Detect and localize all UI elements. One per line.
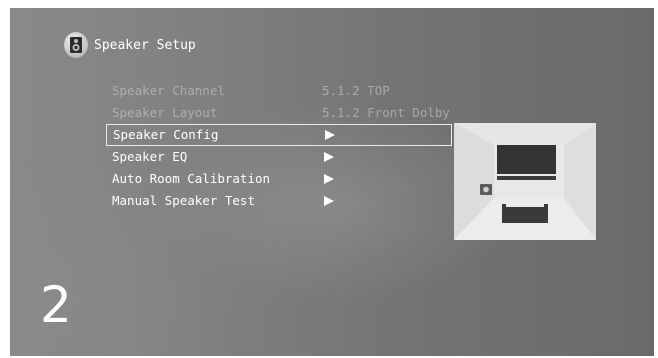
tv-icon	[497, 145, 556, 174]
speaker-icon	[64, 32, 88, 58]
frame-border-right	[654, 0, 658, 358]
menu-item-label: Speaker EQ	[112, 149, 188, 164]
right-arrow-icon	[324, 196, 334, 206]
frame-border-left	[0, 0, 10, 358]
room-layout-illustration-icon	[454, 123, 596, 240]
right-arrow-icon	[325, 130, 335, 140]
speaker-setup-menu: Speaker Channel 5.1.2 TOP Speaker Layout…	[106, 80, 452, 212]
menu-header: Speaker Setup	[64, 30, 196, 60]
menu-item-value: 5.1.2 TOP	[322, 83, 390, 98]
page-title: Speaker Setup	[94, 37, 196, 53]
tv-screen: Speaker Setup Speaker Channel 5.1.2 TOP …	[0, 0, 658, 358]
soundbar-icon	[497, 176, 556, 180]
menu-item-speaker-channel[interactable]: Speaker Channel 5.1.2 TOP	[106, 80, 452, 102]
frame-border-top	[0, 0, 658, 8]
menu-item-value: 5.1.2 Front Dolby	[322, 105, 450, 120]
menu-item-label: Manual Speaker Test	[112, 193, 255, 208]
step-number: 2	[40, 276, 72, 334]
menu-item-label: Speaker Layout	[112, 105, 218, 120]
menu-item-speaker-eq[interactable]: Speaker EQ	[106, 146, 452, 168]
room-layout-preview	[454, 123, 596, 240]
menu-item-speaker-config[interactable]: Speaker Config	[106, 124, 452, 146]
seat-icon	[502, 207, 548, 223]
right-arrow-icon	[324, 174, 334, 184]
menu-item-manual-speaker-test[interactable]: Manual Speaker Test	[106, 190, 452, 212]
menu-item-label: Auto Room Calibration	[112, 171, 271, 186]
right-arrow-icon	[324, 152, 334, 162]
menu-item-speaker-layout[interactable]: Speaker Layout 5.1.2 Front Dolby	[106, 102, 452, 124]
menu-item-auto-room-calibration[interactable]: Auto Room Calibration	[106, 168, 452, 190]
menu-item-label: Speaker Channel	[112, 83, 225, 98]
menu-item-label: Speaker Config	[113, 127, 219, 142]
